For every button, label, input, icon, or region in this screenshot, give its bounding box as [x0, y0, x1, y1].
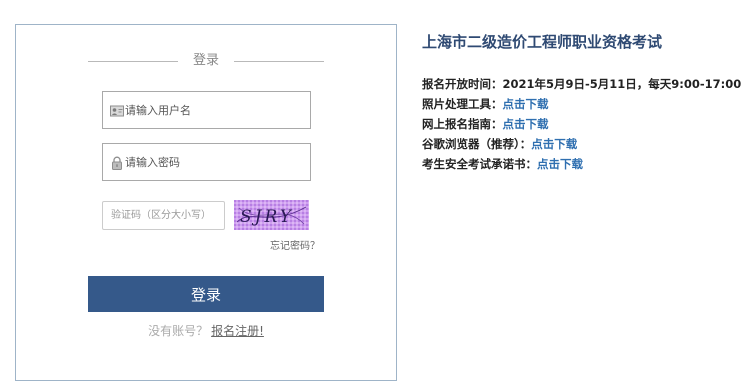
user-icon	[110, 103, 124, 117]
captcha-input[interactable]	[103, 202, 224, 229]
register-link[interactable]: 报名注册!	[211, 324, 264, 338]
heading-divider-right	[234, 61, 324, 62]
captcha-text: SJRY	[240, 207, 294, 227]
registration-guide-download-link[interactable]: 点击下载	[503, 117, 549, 131]
info-value: 2021年5月9日-5月11日，每天9:00-17:00	[502, 77, 742, 91]
exam-pledge-download-link[interactable]: 点击下载	[537, 157, 583, 171]
info-label: 照片处理工具：	[422, 97, 503, 111]
info-label: 考生安全考试承诺书：	[422, 157, 537, 171]
login-panel: 登录 请输入用户名 验证码（区分大小写） SJRY 忘记密码？ 登录 没有账号？…	[15, 24, 397, 381]
register-line: 没有账号？ 报名注册!	[16, 322, 396, 339]
username-field[interactable]	[102, 91, 311, 129]
info-list: 报名开放时间：2021年5月9日-5月11日，每天9:00-17:00 照片处理…	[422, 74, 747, 174]
login-button[interactable]: 登录	[88, 276, 324, 312]
lock-icon	[110, 155, 124, 170]
password-field[interactable]	[102, 143, 311, 181]
chrome-download-link[interactable]: 点击下载	[531, 137, 577, 151]
no-account-text: 没有账号？	[148, 324, 209, 338]
info-label: 网上报名指南：	[422, 117, 503, 131]
captcha-field[interactable]	[102, 201, 225, 230]
info-row-registration-time: 报名开放时间：2021年5月9日-5月11日，每天9:00-17:00	[422, 74, 747, 94]
info-panel: 上海市二级造价工程师职业资格考试 报名开放时间：2021年5月9日-5月11日，…	[422, 32, 747, 174]
photo-tool-download-link[interactable]: 点击下载	[503, 97, 549, 111]
password-input[interactable]	[125, 144, 307, 180]
login-heading: 登录	[88, 53, 324, 69]
info-row-registration-guide: 网上报名指南：点击下载	[422, 114, 747, 134]
info-title: 上海市二级造价工程师职业资格考试	[422, 33, 663, 51]
info-row-exam-pledge: 考生安全考试承诺书：点击下载	[422, 154, 747, 174]
info-row-chrome-browser: 谷歌浏览器（推荐）：点击下载	[422, 134, 747, 154]
username-input[interactable]	[125, 92, 307, 128]
info-label: 谷歌浏览器（推荐）：	[422, 137, 532, 151]
info-row-photo-tool: 照片处理工具：点击下载	[422, 94, 747, 114]
info-label: 报名开放时间：	[422, 77, 503, 91]
forgot-password-link[interactable]: 忘记密码？	[270, 237, 320, 252]
captcha-image[interactable]: SJRY	[234, 200, 309, 230]
